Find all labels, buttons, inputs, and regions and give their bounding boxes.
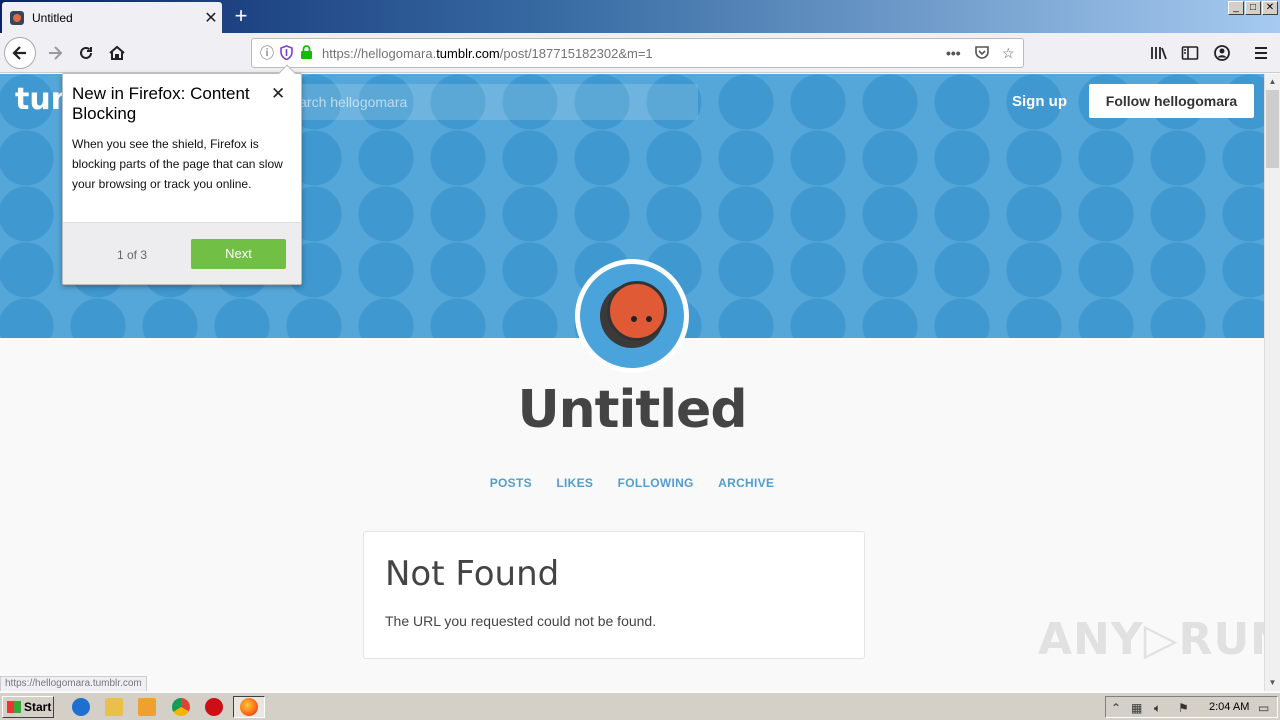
home-button[interactable] <box>102 38 132 68</box>
network-icon[interactable]: ▦ <box>1131 701 1142 715</box>
blog-avatar[interactable] <box>575 259 689 373</box>
tumblr-favicon-icon <box>10 10 24 25</box>
back-arrow-icon <box>12 46 26 60</box>
vertical-scrollbar[interactable]: ▲ ▼ <box>1264 74 1280 691</box>
chrome-icon[interactable] <box>172 698 190 716</box>
forward-button[interactable] <box>40 38 70 68</box>
back-button[interactable] <box>4 37 36 69</box>
opera-icon[interactable] <box>205 698 223 716</box>
error-message: The URL you requested could not be found… <box>385 613 657 629</box>
pocket-icon[interactable] <box>974 45 990 63</box>
anyrun-watermark: ANY▷RUN <box>1038 614 1264 665</box>
avatar-eye-right <box>646 316 652 322</box>
signup-link[interactable]: Sign up <box>1012 93 1067 110</box>
popup-next-button[interactable]: Next <box>191 239 286 269</box>
tab-close-icon[interactable]: ✕ <box>200 8 222 28</box>
popup-footer: 1 of 3 Next <box>63 222 301 284</box>
avatar-face-shape <box>607 281 667 341</box>
status-url: https://hellogomara.tumblr.com <box>0 676 147 691</box>
search-input[interactable]: Search hellogomara <box>270 84 698 120</box>
windows-flag-icon <box>7 701 21 713</box>
close-window-button[interactable]: ✕ <box>1262 1 1278 15</box>
account-icon[interactable] <box>1207 38 1237 68</box>
scroll-down-icon[interactable]: ▼ <box>1265 675 1280 690</box>
tray-expand-icon[interactable]: ⌃ <box>1111 701 1121 715</box>
media-player-icon[interactable] <box>138 698 156 716</box>
bookmark-star-icon[interactable]: ☆ <box>1002 45 1015 61</box>
popup-body: When you see the shield, Firefox is bloc… <box>72 137 283 191</box>
nav-posts[interactable]: POSTS <box>490 476 532 490</box>
follow-button[interactable]: Follow hellogomara <box>1089 84 1254 118</box>
new-tab-button[interactable]: + <box>228 4 254 30</box>
avatar-background <box>580 264 684 368</box>
url-text[interactable]: https://hellogomara.tumblr.com/post/1877… <box>322 46 653 61</box>
maximize-button[interactable]: □ <box>1245 1 1261 15</box>
show-desktop-icon[interactable]: ▭ <box>1258 701 1269 715</box>
not-found-card: Not Found The URL you requested could no… <box>363 531 865 659</box>
reload-icon <box>80 46 92 59</box>
start-button[interactable]: Start <box>2 696 54 718</box>
scrollbar-thumb[interactable] <box>1266 90 1279 168</box>
library-icon[interactable] <box>1144 38 1174 68</box>
ie-icon[interactable] <box>72 698 90 716</box>
reload-button[interactable] <box>71 38 101 68</box>
start-label: Start <box>24 700 52 714</box>
minimize-button[interactable]: _ <box>1228 1 1244 15</box>
page-actions-menu-icon[interactable]: ••• <box>946 45 961 61</box>
sidebar-icon[interactable] <box>1175 38 1205 68</box>
navigation-toolbar: ⓘ https://hellogomara.tumblr.com/post/18… <box>0 33 1280 73</box>
nav-archive[interactable]: ARCHIVE <box>718 476 774 490</box>
system-tray: ⌃ ▦ 🔈︎ ⚑ 2:04 AM ▭ <box>1105 696 1278 718</box>
url-bar[interactable]: ⓘ https://hellogomara.tumblr.com/post/18… <box>251 38 1024 68</box>
nav-likes[interactable]: LIKES <box>556 476 593 490</box>
firefox-taskbar-button[interactable] <box>233 696 265 718</box>
forward-arrow-icon <box>49 46 63 60</box>
browser-tab[interactable]: Untitled ✕ <box>2 2 222 33</box>
volume-icon[interactable]: 🔈︎ <box>1154 701 1161 716</box>
popup-title: New in Firefox: Content Blocking <box>72 84 250 123</box>
nav-following[interactable]: FOLLOWING <box>618 476 694 490</box>
title-bar: Untitled ✕ + _ □ ✕ <box>0 0 1280 33</box>
scroll-up-icon[interactable]: ▲ <box>1265 74 1280 89</box>
popup-close-icon[interactable]: ✕ <box>271 84 285 104</box>
blog-title[interactable]: Untitled <box>0 380 1264 440</box>
tab-title: Untitled <box>32 10 73 25</box>
explorer-folder-icon[interactable] <box>105 698 123 716</box>
content-blocking-popup: New in Firefox: Content Blocking ✕ When … <box>62 64 302 285</box>
info-icon[interactable]: ⓘ <box>260 45 274 61</box>
action-center-flag-icon[interactable]: ⚑ <box>1178 701 1189 715</box>
blog-nav: POSTS LIKES FOLLOWING ARCHIVE <box>0 474 1264 492</box>
avatar-eye-left <box>631 316 637 322</box>
windows-taskbar: Start ⌃ ▦ 🔈︎ ⚑ 2:04 AM ▭ <box>0 692 1280 720</box>
firefox-icon <box>240 698 258 716</box>
home-icon <box>109 45 125 60</box>
lock-icon <box>300 45 313 63</box>
tracking-shield-icon[interactable] <box>280 45 293 63</box>
clock[interactable]: 2:04 AM <box>1209 701 1249 713</box>
popup-step-counter: 1 of 3 <box>117 248 148 262</box>
hamburger-menu-icon[interactable] <box>1246 38 1276 68</box>
error-title: Not Found <box>385 554 560 594</box>
